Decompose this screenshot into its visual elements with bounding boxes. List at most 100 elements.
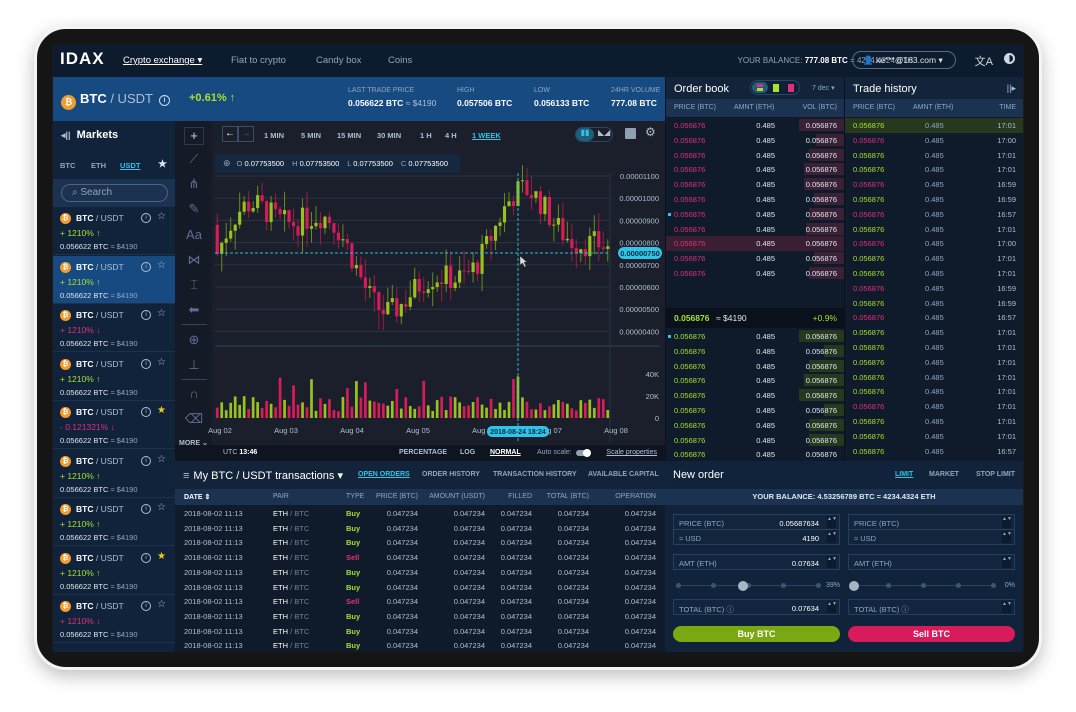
ask-row[interactable]: 0.056876 0.485 0.056876 bbox=[666, 222, 845, 237]
search-input[interactable]: ⌕ Search bbox=[61, 184, 168, 202]
transaction-row[interactable]: 2018-08-02 11:13 ETH / BTC Sell 0.047234 0.0… bbox=[175, 550, 665, 565]
slider-stop[interactable] bbox=[956, 583, 961, 588]
slider-stop[interactable] bbox=[711, 583, 716, 588]
sell-amount-field[interactable]: AMT (ETH) ▲▼ bbox=[848, 554, 1015, 570]
ask-row[interactable]: 0.056876 0.485 0.056876 bbox=[666, 266, 845, 281]
transaction-row[interactable]: 2018-08-02 11:13 ETH / BTC Buy 0.047234 0.04… bbox=[175, 521, 665, 536]
nav-link-0[interactable]: Crypto exchange ▾ bbox=[123, 55, 202, 66]
favorite-star-icon[interactable]: ☆ bbox=[157, 260, 166, 271]
filter-icon[interactable]: ≡ bbox=[183, 470, 189, 482]
nav-link-1[interactable]: Fiat to crypto bbox=[231, 55, 286, 66]
trade-row[interactable]: 0.056876 0.485 17:01 bbox=[845, 325, 1023, 340]
pattern-icon[interactable]: ⋈ bbox=[184, 252, 204, 268]
slider-stop[interactable] bbox=[991, 583, 996, 588]
ask-row[interactable]: 0.056876 0.485 0.056876 bbox=[666, 148, 845, 163]
transaction-row[interactable]: 2018-08-02 11:13 ETH / BTC Buy 0.047234 0.04… bbox=[175, 624, 665, 639]
trade-row[interactable]: 0.056876 0.485 17:01 bbox=[845, 384, 1023, 399]
timeframe-1-min[interactable]: 1 MIN bbox=[264, 131, 284, 140]
area-icon[interactable]: ◣◢ bbox=[598, 128, 610, 137]
bid-row[interactable]: 0.056876 0.485 0.056876 bbox=[666, 373, 845, 388]
order-type-tab-stop-limit[interactable]: STOP LIMIT bbox=[976, 471, 1015, 478]
trade-row[interactable]: 0.056876 0.485 17:01 bbox=[845, 222, 1023, 237]
buy-amount-field[interactable]: AMT (ETH) 0.07634 ▲▼ bbox=[673, 554, 840, 570]
market-list-item[interactable]: ₿ BTC / USDT i ☆ + 1210% ↑ 0.056622 BTC ≈ $41… bbox=[53, 255, 175, 304]
magnet-icon[interactable]: ∩ bbox=[184, 386, 204, 401]
contrast-icon[interactable] bbox=[1004, 53, 1015, 64]
trade-row[interactable]: 0.056876 0.485 17:01 bbox=[845, 251, 1023, 266]
market-list-item[interactable]: ₿ BTC / USDT i ★ + 1210% ↑ 0.056622 BTC ≈ $41… bbox=[53, 547, 175, 595]
transaction-row[interactable]: 2018-08-02 11:13 ETH / BTC Buy 0.047234 0.04… bbox=[175, 535, 665, 550]
tx-tab-available-capital[interactable]: AVAILABLE CAPITAL bbox=[588, 471, 659, 478]
sell-usd-field[interactable]: ≈ USD ▲▼ bbox=[848, 529, 1015, 545]
transaction-row[interactable]: 2018-08-02 11:13 ETH / BTC Buy 0.047234 0.04… bbox=[175, 580, 665, 595]
measure-icon[interactable]: ⌶ bbox=[184, 277, 204, 293]
info-icon[interactable]: ⓘ bbox=[899, 605, 909, 614]
trade-row[interactable]: 0.056876 0.485 17:01 bbox=[845, 355, 1023, 370]
ruler-icon[interactable]: ⊥ bbox=[184, 357, 204, 373]
add-indicator-icon[interactable]: ⊕ bbox=[223, 158, 231, 168]
collapse-right-icon[interactable]: ||▸ bbox=[1007, 83, 1016, 94]
trade-row[interactable]: 0.056876 0.485 16:59 bbox=[845, 281, 1023, 296]
ask-row[interactable]: 0.056876 0.485 0.056876 bbox=[666, 192, 845, 207]
logo[interactable]: IDAX bbox=[60, 49, 105, 69]
info-icon[interactable]: i bbox=[141, 601, 151, 611]
trade-row[interactable]: 0.056876 0.485 17:01 bbox=[845, 370, 1023, 385]
sell-total-field[interactable]: TOTAL (BTC) ⓘ ▲▼ bbox=[848, 599, 1015, 615]
slider-stop[interactable] bbox=[781, 583, 786, 588]
info-icon[interactable]: ⓘ bbox=[724, 605, 734, 614]
trade-row[interactable]: 0.056876 0.485 16:59 bbox=[845, 177, 1023, 192]
trade-row[interactable]: 0.056876 0.485 17:01 bbox=[845, 162, 1023, 177]
scale-mode-log[interactable]: LOG bbox=[460, 449, 475, 456]
trade-row[interactable]: 0.056876 0.485 17:01 bbox=[845, 148, 1023, 163]
buy-price-field[interactable]: PRICE (BTC) 0.05687634 ▲▼ bbox=[673, 514, 840, 530]
tx-col-header[interactable]: DATE ⇕ bbox=[184, 493, 210, 501]
trade-row[interactable]: 0.056876 0.485 17:01 bbox=[845, 340, 1023, 355]
book-both-icon[interactable] bbox=[752, 82, 768, 93]
sell-amount-slider[interactable]: 0% bbox=[849, 581, 1015, 591]
stepper-icon[interactable]: ▲▼ bbox=[1002, 601, 1012, 613]
favorite-star-icon[interactable]: ☆ bbox=[157, 599, 166, 610]
stepper-icon[interactable]: ▲▼ bbox=[827, 556, 837, 568]
book-bids-icon[interactable] bbox=[773, 84, 779, 92]
settings-icon[interactable]: ⚙ bbox=[645, 125, 656, 139]
user-menu[interactable]: 👤 ke***@163.com ▾ bbox=[852, 51, 956, 69]
timeframe-15-min[interactable]: 15 MIN bbox=[337, 131, 361, 140]
trade-row[interactable]: 0.056876 0.485 16:59 bbox=[845, 192, 1023, 207]
stepper-icon[interactable]: ▲▼ bbox=[827, 601, 837, 613]
info-icon[interactable]: i bbox=[141, 407, 151, 417]
trade-row[interactable]: 0.056876 0.485 16:57 bbox=[845, 444, 1023, 459]
market-tab-btc[interactable]: BTC bbox=[60, 161, 75, 170]
trade-row[interactable]: 0.056876 0.485 16:57 bbox=[845, 310, 1023, 325]
info-icon[interactable]: i bbox=[158, 95, 170, 106]
sell-button[interactable]: Sell BTC bbox=[848, 626, 1015, 642]
trend-line-icon[interactable]: ⟋ bbox=[184, 151, 204, 167]
buy-button[interactable]: Buy BTC bbox=[673, 626, 840, 642]
favorite-star-icon[interactable]: ☆ bbox=[157, 308, 166, 319]
ask-row[interactable]: 0.056876 0.485 0.056876 bbox=[666, 251, 845, 266]
favorite-star-icon[interactable]: ☆ bbox=[157, 502, 166, 513]
candle-type-toggle[interactable]: ▮▮ ◣◢ bbox=[575, 127, 613, 142]
market-list-item[interactable]: ₿ BTC / USDT i ★ - 0.121321% ↓ 0.056622 BTC ≈… bbox=[53, 401, 175, 449]
order-type-tab-market[interactable]: MARKET bbox=[929, 471, 959, 478]
market-list-item[interactable]: ₿ BTC / USDT i ☆ + 1210% ↓ 0.056622 BTC ≈ $41… bbox=[53, 595, 175, 643]
arrow-left-icon[interactable]: ⬅ bbox=[184, 302, 204, 318]
eraser-icon[interactable]: ⌫ bbox=[184, 411, 204, 427]
trade-row[interactable]: 0.056876 0.485 17:00 bbox=[845, 133, 1023, 148]
order-type-tab-limit[interactable]: LIMIT bbox=[895, 471, 913, 478]
back-button[interactable]: ← bbox=[222, 126, 238, 142]
stepper-icon[interactable]: ▲▼ bbox=[827, 516, 837, 528]
buy-usd-field[interactable]: ≈ USD 4190 ▲▼ bbox=[673, 529, 840, 545]
tx-tab-open-orders[interactable]: OPEN ORDERS bbox=[358, 471, 410, 478]
slider-stop[interactable] bbox=[816, 583, 821, 588]
brush-icon[interactable]: ✎ bbox=[184, 201, 204, 217]
info-icon[interactable]: i bbox=[141, 213, 151, 223]
stepper-icon[interactable]: ▲▼ bbox=[827, 531, 837, 543]
ask-row[interactable]: 0.056876 0.485 0.056876 bbox=[666, 118, 845, 133]
tx-tab-order-history[interactable]: ORDER HISTORY bbox=[422, 471, 480, 478]
trade-row[interactable]: 0.056876 0.485 16:59 bbox=[845, 296, 1023, 311]
favorite-star-icon[interactable]: ☆ bbox=[157, 211, 166, 222]
trade-row[interactable]: 0.056876 0.485 17:01 bbox=[845, 399, 1023, 414]
bid-row[interactable]: 0.056876 0.485 0.056876 bbox=[666, 418, 845, 433]
transaction-row[interactable]: 2018-08-02 11:13 ETH / BTC Buy 0.047234 0.04… bbox=[175, 638, 665, 652]
tx-tab-transaction-history[interactable]: TRANSACTION HISTORY bbox=[493, 471, 577, 478]
